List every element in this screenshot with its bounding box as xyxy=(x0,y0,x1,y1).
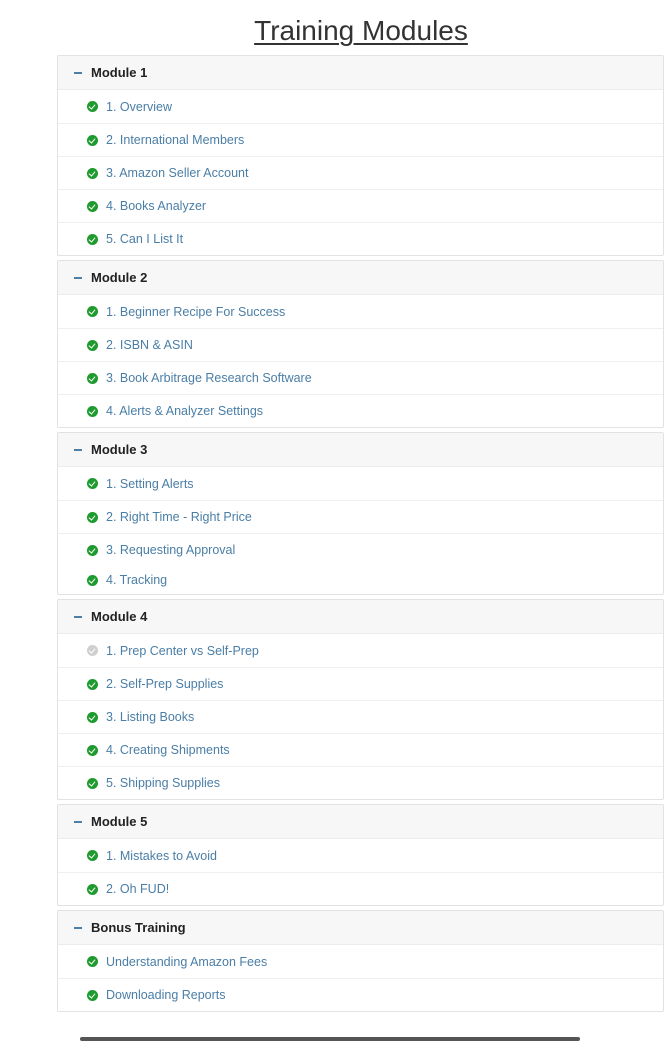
check-circle-icon xyxy=(87,339,98,351)
page-title: Training Modules xyxy=(254,15,468,46)
collapse-minus-icon[interactable] xyxy=(74,448,82,451)
lesson-item[interactable]: 1. Beginner Recipe For Success xyxy=(58,295,663,328)
collapse-minus-icon[interactable] xyxy=(74,820,82,823)
module-title: Module 3 xyxy=(91,442,148,457)
lesson-item[interactable]: 4. Alerts & Analyzer Settings xyxy=(58,394,663,427)
lesson-link[interactable]: 4. Creating Shipments xyxy=(106,743,230,757)
bottom-divider xyxy=(80,1037,580,1041)
module-title: Module 5 xyxy=(91,814,148,829)
module-header[interactable]: Module 2 xyxy=(58,261,663,295)
lesson-link[interactable]: 1. Overview xyxy=(106,100,172,114)
lesson-link[interactable]: 2. Right Time - Right Price xyxy=(106,510,252,524)
module-header[interactable]: Module 1 xyxy=(58,56,663,90)
module-5: Module 5 1. Mistakes to Avoid 2. Oh FUD! xyxy=(57,804,664,906)
lesson-item[interactable]: 2. ISBN & ASIN xyxy=(58,328,663,361)
lesson-link[interactable]: Downloading Reports xyxy=(106,988,226,1002)
lesson-item[interactable]: 1. Mistakes to Avoid xyxy=(58,839,663,872)
lesson-link[interactable]: 2. Oh FUD! xyxy=(106,882,169,896)
lesson-item[interactable]: 2. Self-Prep Supplies xyxy=(58,667,663,700)
lesson-link[interactable]: 5. Shipping Supplies xyxy=(106,776,220,790)
check-circle-icon xyxy=(87,511,98,523)
lesson-item[interactable]: 3. Listing Books xyxy=(58,700,663,733)
check-circle-icon xyxy=(87,101,98,112)
check-circle-icon xyxy=(87,306,98,317)
lesson-link[interactable]: 3. Book Arbitrage Research Software xyxy=(106,371,312,385)
module-title: Module 2 xyxy=(91,270,148,285)
module-title: Module 1 xyxy=(91,65,148,80)
lesson-link[interactable]: 1. Beginner Recipe For Success xyxy=(106,305,285,319)
lesson-item[interactable]: 2. Oh FUD! xyxy=(58,872,663,905)
lesson-link[interactable]: 3. Requesting Approval xyxy=(106,543,235,557)
check-circle-icon xyxy=(87,372,98,384)
check-circle-icon xyxy=(87,233,98,245)
lesson-item[interactable]: 1. Setting Alerts xyxy=(58,467,663,500)
check-circle-icon xyxy=(87,574,98,586)
lesson-item[interactable]: 1. Overview xyxy=(58,90,663,123)
lesson-link[interactable]: 4. Alerts & Analyzer Settings xyxy=(106,404,263,418)
lesson-link[interactable]: 1. Prep Center vs Self-Prep xyxy=(106,644,259,658)
lesson-item[interactable]: 4. Tracking xyxy=(58,566,663,594)
collapse-minus-icon[interactable] xyxy=(74,71,82,74)
lesson-link[interactable]: 4. Tracking xyxy=(106,573,167,587)
check-circle-icon xyxy=(87,711,98,723)
module-header[interactable]: Bonus Training xyxy=(58,911,663,945)
lesson-link[interactable]: 2. International Members xyxy=(106,133,244,147)
module-header[interactable]: Module 4 xyxy=(58,600,663,634)
module-3: Module 3 1. Setting Alerts 2. Right Time… xyxy=(57,432,664,595)
check-circle-icon xyxy=(87,744,98,756)
lesson-item[interactable]: 5. Shipping Supplies xyxy=(58,766,663,799)
page: Training Modules Module 1 1. Overview 2.… xyxy=(0,0,666,1041)
lesson-link[interactable]: 1. Mistakes to Avoid xyxy=(106,849,217,863)
lesson-item[interactable]: 2. Right Time - Right Price xyxy=(58,500,663,533)
module-title: Module 4 xyxy=(91,609,148,624)
lesson-item[interactable]: 5. Can I List It xyxy=(58,222,663,255)
check-circle-icon xyxy=(87,678,98,690)
lesson-item[interactable]: 3. Amazon Seller Account xyxy=(58,156,663,189)
check-circle-icon xyxy=(87,405,98,417)
lesson-item[interactable]: Downloading Reports xyxy=(58,978,663,1011)
lesson-link[interactable]: 3. Amazon Seller Account xyxy=(106,166,248,180)
check-circle-icon xyxy=(87,200,98,212)
check-circle-icon xyxy=(87,544,98,556)
module-title: Bonus Training xyxy=(91,920,186,935)
module-header[interactable]: Module 3 xyxy=(58,433,663,467)
module-4: Module 4 1. Prep Center vs Self-Prep 2. … xyxy=(57,599,664,800)
lesson-item[interactable]: 2. International Members xyxy=(58,123,663,156)
lesson-item[interactable]: 4. Creating Shipments xyxy=(58,733,663,766)
lesson-item[interactable]: 3. Requesting Approval xyxy=(58,533,663,566)
check-circle-pending-icon xyxy=(87,645,98,656)
check-circle-icon xyxy=(87,167,98,179)
check-circle-icon xyxy=(87,478,98,489)
lesson-link[interactable]: 2. ISBN & ASIN xyxy=(106,338,193,352)
check-circle-icon xyxy=(87,956,98,967)
module-2: Module 2 1. Beginner Recipe For Success … xyxy=(57,260,664,428)
lesson-item[interactable]: 4. Books Analyzer xyxy=(58,189,663,222)
check-circle-icon xyxy=(87,777,98,789)
lesson-link[interactable]: 3. Listing Books xyxy=(106,710,194,724)
check-circle-icon xyxy=(87,883,98,895)
collapse-minus-icon[interactable] xyxy=(74,276,82,279)
collapse-minus-icon[interactable] xyxy=(74,615,82,618)
lesson-item[interactable]: 3. Book Arbitrage Research Software xyxy=(58,361,663,394)
module-bonus-training: Bonus Training Understanding Amazon Fees… xyxy=(57,910,664,1012)
module-header[interactable]: Module 5 xyxy=(58,805,663,839)
modules-list: Module 1 1. Overview 2. International Me… xyxy=(57,55,664,1016)
lesson-item[interactable]: 1. Prep Center vs Self-Prep xyxy=(58,634,663,667)
check-circle-icon xyxy=(87,134,98,146)
lesson-item[interactable]: Understanding Amazon Fees xyxy=(58,945,663,978)
lesson-link[interactable]: 2. Self-Prep Supplies xyxy=(106,677,223,691)
check-circle-icon xyxy=(87,989,98,1001)
collapse-minus-icon[interactable] xyxy=(74,926,82,929)
lesson-link[interactable]: 1. Setting Alerts xyxy=(106,477,194,491)
lesson-link[interactable]: Understanding Amazon Fees xyxy=(106,955,267,969)
module-1: Module 1 1. Overview 2. International Me… xyxy=(57,55,664,256)
lesson-link[interactable]: 5. Can I List It xyxy=(106,232,183,246)
check-circle-icon xyxy=(87,850,98,861)
lesson-link[interactable]: 4. Books Analyzer xyxy=(106,199,206,213)
